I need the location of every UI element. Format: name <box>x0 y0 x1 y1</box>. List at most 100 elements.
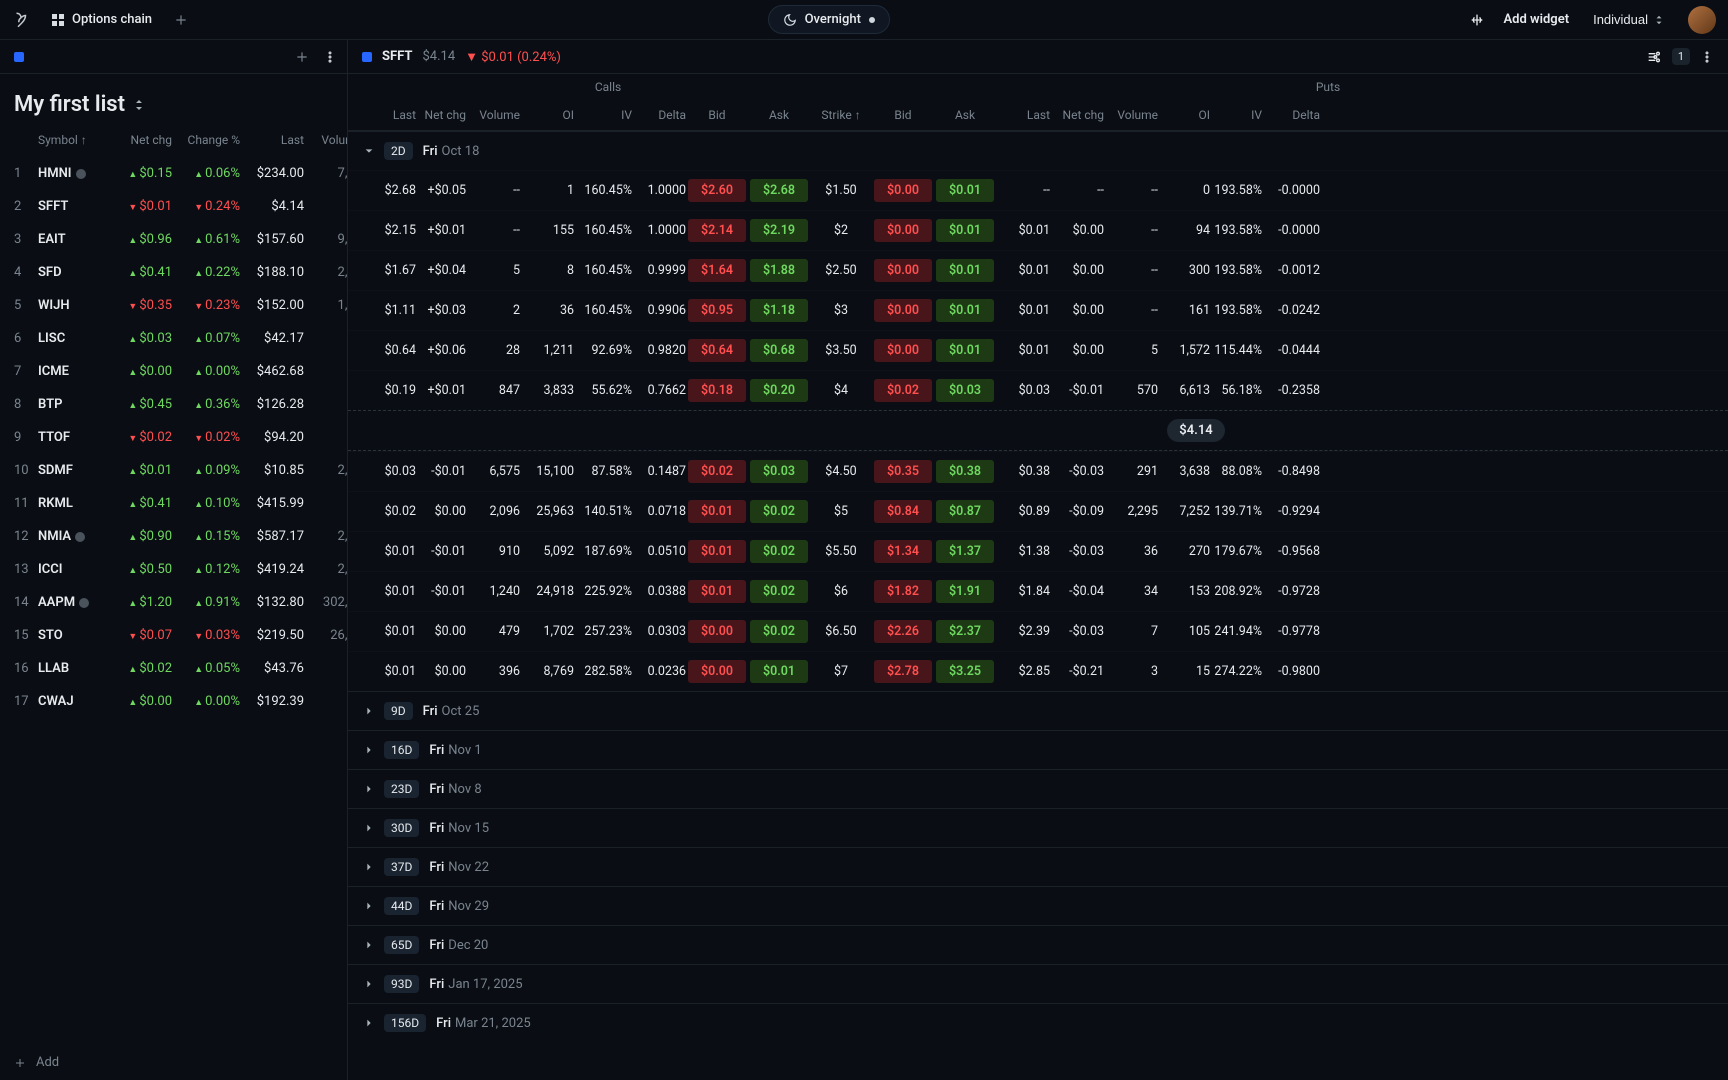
p-ask[interactable]: $0.38 <box>936 460 994 483</box>
watchlist-row[interactable]: 15STO▼$0.07▼0.03%$219.5026,23 <box>0 619 347 652</box>
c-bid[interactable]: $2.14 <box>688 219 746 242</box>
col-last[interactable]: Last <box>240 133 304 147</box>
p-bid[interactable]: $1.34 <box>874 540 932 563</box>
chain-row[interactable]: $2.68+$0.05--1160.45%1.0000$2.60$2.68$1.… <box>348 170 1728 210</box>
add-widget-button[interactable]: Add widget <box>1503 12 1569 27</box>
p-bid[interactable]: $0.00 <box>874 299 932 322</box>
chain-row[interactable]: $1.11+$0.03236160.45%0.9906$0.95$1.18$3$… <box>348 290 1728 330</box>
watchlist-row[interactable]: 2SFFT▼$0.01▼0.24%$4.14 <box>0 190 347 223</box>
expiry-row[interactable]: 23DFriNov 8 <box>348 769 1728 808</box>
c-ask[interactable]: $0.20 <box>750 379 808 402</box>
col-pct[interactable]: Change % <box>172 133 240 147</box>
chain-row[interactable]: $0.19+$0.018473,83355.62%0.7662$0.18$0.2… <box>348 370 1728 410</box>
c-ask[interactable]: $0.02 <box>750 620 808 643</box>
p-bid[interactable]: $0.35 <box>874 460 932 483</box>
expiry-row[interactable]: 9DFriOct 25 <box>348 691 1728 730</box>
p-ask[interactable]: $2.37 <box>936 620 994 643</box>
col-p-ask[interactable]: Ask <box>934 108 996 122</box>
watchlist-row[interactable]: 6LISC▲$0.03▲0.07%$42.1710 <box>0 322 347 355</box>
watchlist-menu-icon[interactable] <box>323 50 337 64</box>
account-selector[interactable]: Individual <box>1587 11 1670 28</box>
p-ask[interactable]: $1.91 <box>936 580 994 603</box>
watchlist-row[interactable]: 16LLAB▲$0.02▲0.05%$43.76 <box>0 652 347 685</box>
col-strike[interactable]: Strike ↑ <box>810 108 872 122</box>
chain-row[interactable]: $0.01-$0.019105,092187.69%0.0510$0.01$0.… <box>348 531 1728 571</box>
col-c-vol[interactable]: Volume <box>466 108 520 122</box>
p-bid[interactable]: $0.00 <box>874 259 932 282</box>
watchlist-row[interactable]: 10SDMF▲$0.01▲0.09%$10.852,59 <box>0 454 347 487</box>
watchlist-add-icon[interactable] <box>295 50 309 64</box>
p-bid[interactable]: $2.78 <box>874 660 932 683</box>
p-bid[interactable]: $0.84 <box>874 500 932 523</box>
expiry-row[interactable]: 65DFriDec 20 <box>348 925 1728 964</box>
c-bid[interactable]: $0.01 <box>688 540 746 563</box>
watchlist-row[interactable]: 14AAPM▲$1.20▲0.91%$132.80302,00 <box>0 586 347 619</box>
p-bid[interactable]: $0.00 <box>874 179 932 202</box>
watchlist-row[interactable]: 17CWAJ▲$0.00▲0.00%$192.39 <box>0 685 347 718</box>
c-bid[interactable]: $1.64 <box>688 259 746 282</box>
c-bid[interactable]: $0.01 <box>688 580 746 603</box>
chain-menu-icon[interactable] <box>1700 50 1714 64</box>
chain-symbol[interactable]: SFFT <box>382 49 412 64</box>
chain-row[interactable]: $0.64+$0.06281,21192.69%0.9820$0.64$0.68… <box>348 330 1728 370</box>
watchlist-row[interactable]: 13ICCI▲$0.50▲0.12%$419.242,09 <box>0 553 347 586</box>
col-p-last[interactable]: Last <box>996 108 1050 122</box>
c-ask[interactable]: $0.68 <box>750 339 808 362</box>
c-bid[interactable]: $2.60 <box>688 179 746 202</box>
p-ask[interactable]: $0.87 <box>936 500 994 523</box>
col-p-delta[interactable]: Delta <box>1262 108 1320 122</box>
p-bid[interactable]: $1.82 <box>874 580 932 603</box>
c-bid[interactable]: $0.00 <box>688 660 746 683</box>
c-ask[interactable]: $2.19 <box>750 219 808 242</box>
c-bid[interactable]: $0.01 <box>688 500 746 523</box>
watchlist-row[interactable]: 9TTOF▼$0.02▼0.02%$94.2042 <box>0 421 347 454</box>
watchlist-row[interactable]: 7ICME▲$0.00▲0.00%$462.68 <box>0 355 347 388</box>
p-ask[interactable]: $0.01 <box>936 299 994 322</box>
c-ask[interactable]: $1.18 <box>750 299 808 322</box>
p-ask[interactable]: $0.03 <box>936 379 994 402</box>
watchlist-title[interactable]: My first list <box>0 74 347 127</box>
watchlist-row[interactable]: 4SFD▲$0.41▲0.22%$188.102,97 <box>0 256 347 289</box>
settings-icon[interactable] <box>1646 49 1662 65</box>
col-net[interactable]: Net chg <box>116 133 172 147</box>
col-c-delta[interactable]: Delta <box>632 108 686 122</box>
p-ask[interactable]: $3.25 <box>936 660 994 683</box>
p-ask[interactable]: $1.37 <box>936 540 994 563</box>
col-p-net[interactable]: Net chg <box>1050 108 1104 122</box>
watchlist-row[interactable]: 5WIJH▼$0.35▼0.23%$152.001,38 <box>0 289 347 322</box>
col-c-ask[interactable]: Ask <box>748 108 810 122</box>
p-ask[interactable]: $0.01 <box>936 219 994 242</box>
expiry-row[interactable]: 2DFriOct 18 <box>348 131 1728 170</box>
c-ask[interactable]: $1.88 <box>750 259 808 282</box>
expiry-row[interactable]: 37DFriNov 22 <box>348 847 1728 886</box>
expiry-row[interactable]: 156DFriMar 21, 2025 <box>348 1003 1728 1042</box>
watchlist-row[interactable]: 8BTP▲$0.45▲0.36%$126.2814 <box>0 388 347 421</box>
expiry-row[interactable]: 16DFriNov 1 <box>348 730 1728 769</box>
col-c-oi[interactable]: OI <box>520 108 574 122</box>
expiry-row[interactable]: 93DFriJan 17, 2025 <box>348 964 1728 1003</box>
watchlist-row[interactable]: 1HMNI▲$0.15▲0.06%$234.007,92 <box>0 157 347 190</box>
p-ask[interactable]: $0.01 <box>936 339 994 362</box>
col-symbol[interactable]: Symbol ↑ <box>38 133 116 147</box>
c-ask[interactable]: $0.02 <box>750 580 808 603</box>
col-p-iv[interactable]: IV <box>1210 108 1262 122</box>
c-bid[interactable]: $0.64 <box>688 339 746 362</box>
col-p-oi[interactable]: OI <box>1158 108 1210 122</box>
expiry-row[interactable]: 44DFriNov 29 <box>348 886 1728 925</box>
add-tab-icon[interactable] <box>174 13 188 27</box>
watchlist-row[interactable]: 3EAIT▲$0.96▲0.61%$157.609,78 <box>0 223 347 256</box>
col-p-bid[interactable]: Bid <box>872 108 934 122</box>
workspace-tab[interactable]: Options chain <box>42 8 162 31</box>
expiry-row[interactable]: 30DFriNov 15 <box>348 808 1728 847</box>
col-p-vol[interactable]: Volume <box>1104 108 1158 122</box>
chain-row[interactable]: $0.01-$0.011,24024,918225.92%0.0388$0.01… <box>348 571 1728 611</box>
watchlist-row[interactable]: 12NMIA▲$0.90▲0.15%$587.172,50 <box>0 520 347 553</box>
p-bid[interactable]: $0.00 <box>874 219 932 242</box>
c-bid[interactable]: $0.18 <box>688 379 746 402</box>
col-c-bid[interactable]: Bid <box>686 108 748 122</box>
c-ask[interactable]: $0.02 <box>750 540 808 563</box>
col-c-iv[interactable]: IV <box>574 108 632 122</box>
c-ask[interactable]: $2.68 <box>750 179 808 202</box>
col-c-last[interactable]: Last <box>362 108 416 122</box>
col-vol[interactable]: Volume <box>304 133 348 147</box>
